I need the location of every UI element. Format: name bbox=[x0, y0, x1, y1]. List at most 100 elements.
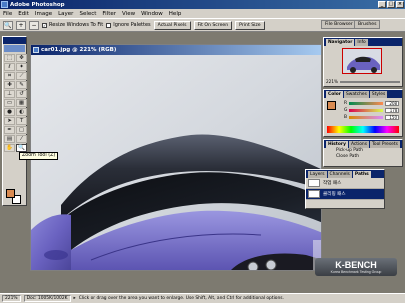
tab-layers[interactable]: Layers bbox=[308, 171, 327, 178]
tab-history[interactable]: History bbox=[326, 141, 348, 148]
document-icon bbox=[33, 47, 39, 53]
menu-view[interactable]: View bbox=[122, 11, 135, 17]
menu-edit[interactable]: Edit bbox=[18, 11, 29, 17]
zoom-tool-tooltip: Zoom Tool (Z) bbox=[19, 152, 59, 160]
document-title: car01.jpg @ 221% (RGB) bbox=[41, 47, 117, 53]
image-canvas[interactable] bbox=[31, 55, 321, 270]
dodge-tool-icon[interactable]: ◐ bbox=[16, 108, 27, 116]
hand-tool-icon[interactable]: ✋ bbox=[4, 144, 15, 152]
green-slider[interactable] bbox=[349, 109, 384, 112]
red-slider[interactable] bbox=[349, 102, 384, 105]
status-arrow-icon[interactable]: ▸ bbox=[74, 296, 76, 301]
menu-file[interactable]: File bbox=[3, 11, 12, 17]
move-tool-icon[interactable]: ✥ bbox=[16, 54, 27, 62]
tab-color[interactable]: Color bbox=[326, 91, 343, 98]
ignore-palettes-checkbox[interactable]: Ignore Palettes bbox=[106, 22, 151, 28]
color-spectrum-bar[interactable] bbox=[327, 126, 399, 133]
history-panel: History Actions Tool Presets Pick-up Pat… bbox=[323, 139, 403, 167]
eraser-tool-icon[interactable]: ▭ bbox=[4, 99, 15, 107]
brushes-tab[interactable]: Brushes bbox=[354, 20, 381, 29]
magnify-minus-icon[interactable]: − bbox=[29, 20, 39, 30]
adobe-logo-icon[interactable] bbox=[4, 45, 25, 52]
path-thumbnail bbox=[308, 179, 320, 187]
toolbox-header[interactable] bbox=[3, 37, 26, 44]
path-item-clipping[interactable]: 클리핑 패스 bbox=[306, 189, 384, 200]
foreground-color-swatch[interactable] bbox=[6, 189, 15, 198]
status-hint: Click or drag over the area you want to … bbox=[78, 296, 284, 301]
status-bar: 221% Doc: 1005K/1002K ▸ Click or drag ov… bbox=[0, 293, 405, 303]
blur-tool-icon[interactable]: ● bbox=[4, 108, 15, 116]
status-zoom[interactable]: 221% bbox=[2, 295, 21, 302]
menu-image[interactable]: Image bbox=[35, 11, 52, 17]
navigator-zoom: 221% bbox=[326, 79, 400, 84]
lasso-tool-icon[interactable]: ℓ bbox=[4, 63, 15, 71]
navigator-zoom-slider[interactable] bbox=[339, 80, 400, 83]
close-button[interactable]: × bbox=[396, 1, 404, 8]
red-value-field[interactable]: 208 bbox=[385, 101, 400, 106]
fit-on-screen-button[interactable]: Fit On Screen bbox=[193, 20, 233, 30]
menu-bar: File Edit Image Layer Select Filter View… bbox=[0, 9, 405, 18]
tab-navigator[interactable]: Navigator bbox=[326, 39, 355, 46]
zoom-tool-icon[interactable]: 🔍 bbox=[16, 144, 27, 152]
type-tool-icon[interactable]: T bbox=[16, 117, 27, 125]
file-browser-tab[interactable]: File Browser bbox=[321, 20, 357, 29]
shape-tool-icon[interactable]: ▢ bbox=[16, 126, 27, 134]
brush-tool-icon[interactable]: ✎ bbox=[16, 81, 27, 89]
path-thumbnail bbox=[308, 190, 320, 198]
pen-tool-icon[interactable]: ✒ bbox=[4, 126, 15, 134]
tab-tool-presets[interactable]: Tool Presets bbox=[369, 141, 400, 148]
resize-windows-checkbox[interactable]: ✓ Resize Windows To Fit bbox=[42, 22, 103, 28]
path-selection-tool-icon[interactable]: ➤ bbox=[4, 117, 15, 125]
tab-info[interactable]: Info bbox=[355, 39, 368, 46]
tab-actions[interactable]: Actions bbox=[348, 141, 369, 148]
minimize-button[interactable]: _ bbox=[378, 1, 386, 8]
navigator-thumbnail[interactable] bbox=[342, 48, 382, 74]
car-image bbox=[31, 55, 321, 270]
crop-tool-icon[interactable]: ⌗ bbox=[4, 72, 15, 80]
maximize-button[interactable]: □ bbox=[387, 1, 395, 8]
menu-help[interactable]: Help bbox=[169, 11, 182, 17]
document-titlebar[interactable]: car01.jpg @ 221% (RGB) bbox=[31, 45, 321, 55]
magic-wand-tool-icon[interactable]: ✦ bbox=[16, 63, 27, 71]
healing-brush-tool-icon[interactable]: ✚ bbox=[4, 81, 15, 89]
toolbox: ⬚ ✥ ℓ ✦ ⌗ ⟋ ✚ ✎ ⊥ ↺ ▭ ▦ ● ◐ ➤ T ✒ ▢ ▤ ⁄ … bbox=[2, 36, 27, 206]
tab-paths[interactable]: Paths bbox=[352, 171, 371, 178]
menu-window[interactable]: Window bbox=[141, 11, 163, 17]
clone-stamp-tool-icon[interactable]: ⊥ bbox=[4, 90, 15, 98]
green-value-field[interactable]: 178 bbox=[385, 108, 400, 113]
color-row-g: G 178 bbox=[344, 108, 400, 113]
navigator-panel: Navigator Info 221% bbox=[323, 37, 403, 87]
menu-filter[interactable]: Filter bbox=[102, 11, 116, 17]
tab-swatches[interactable]: Swatches bbox=[343, 91, 369, 98]
marquee-tool-icon[interactable]: ⬚ bbox=[4, 54, 15, 62]
blue-slider[interactable] bbox=[349, 116, 384, 119]
color-row-r: R 208 bbox=[344, 101, 400, 106]
zoom-tool-preset-icon[interactable]: 🔍 bbox=[3, 20, 13, 30]
notes-tool-icon[interactable]: ▤ bbox=[4, 135, 15, 143]
app-titlebar: Adobe Photoshop _ □ × bbox=[0, 0, 405, 9]
color-row-b: B 150 bbox=[344, 115, 400, 120]
print-size-button[interactable]: Print Size bbox=[235, 20, 265, 30]
checkbox-icon bbox=[106, 22, 112, 28]
paths-panel: Layers Channels Paths 작업 패스 클리핑 패스 bbox=[305, 169, 385, 209]
history-item[interactable]: Close Path bbox=[324, 154, 402, 160]
status-doc-size: Doc: 1005K/1002K bbox=[23, 295, 71, 302]
gradient-tool-icon[interactable]: ▦ bbox=[16, 99, 27, 107]
eyedropper-tool-icon[interactable]: ⁄ bbox=[16, 135, 27, 143]
car-thumbnail bbox=[343, 49, 381, 73]
menu-select[interactable]: Select bbox=[79, 11, 96, 17]
color-foreground-swatch[interactable] bbox=[327, 101, 336, 110]
tab-styles[interactable]: Styles bbox=[369, 91, 388, 98]
actual-pixels-button[interactable]: Actual Pixels bbox=[153, 20, 191, 30]
menu-layer[interactable]: Layer bbox=[58, 11, 73, 17]
blue-value-field[interactable]: 150 bbox=[385, 115, 400, 120]
history-brush-tool-icon[interactable]: ↺ bbox=[16, 90, 27, 98]
path-item-work[interactable]: 작업 패스 bbox=[306, 178, 384, 189]
document-window: car01.jpg @ 221% (RGB) bbox=[30, 44, 322, 271]
magnify-plus-icon[interactable]: + bbox=[16, 20, 26, 30]
slice-tool-icon[interactable]: ⟋ bbox=[16, 72, 27, 80]
tab-channels[interactable]: Channels bbox=[327, 171, 352, 178]
app-title: Adobe Photoshop bbox=[10, 1, 65, 8]
navigator-zoom-value: 221% bbox=[326, 79, 338, 84]
checkbox-icon: ✓ bbox=[42, 22, 47, 28]
